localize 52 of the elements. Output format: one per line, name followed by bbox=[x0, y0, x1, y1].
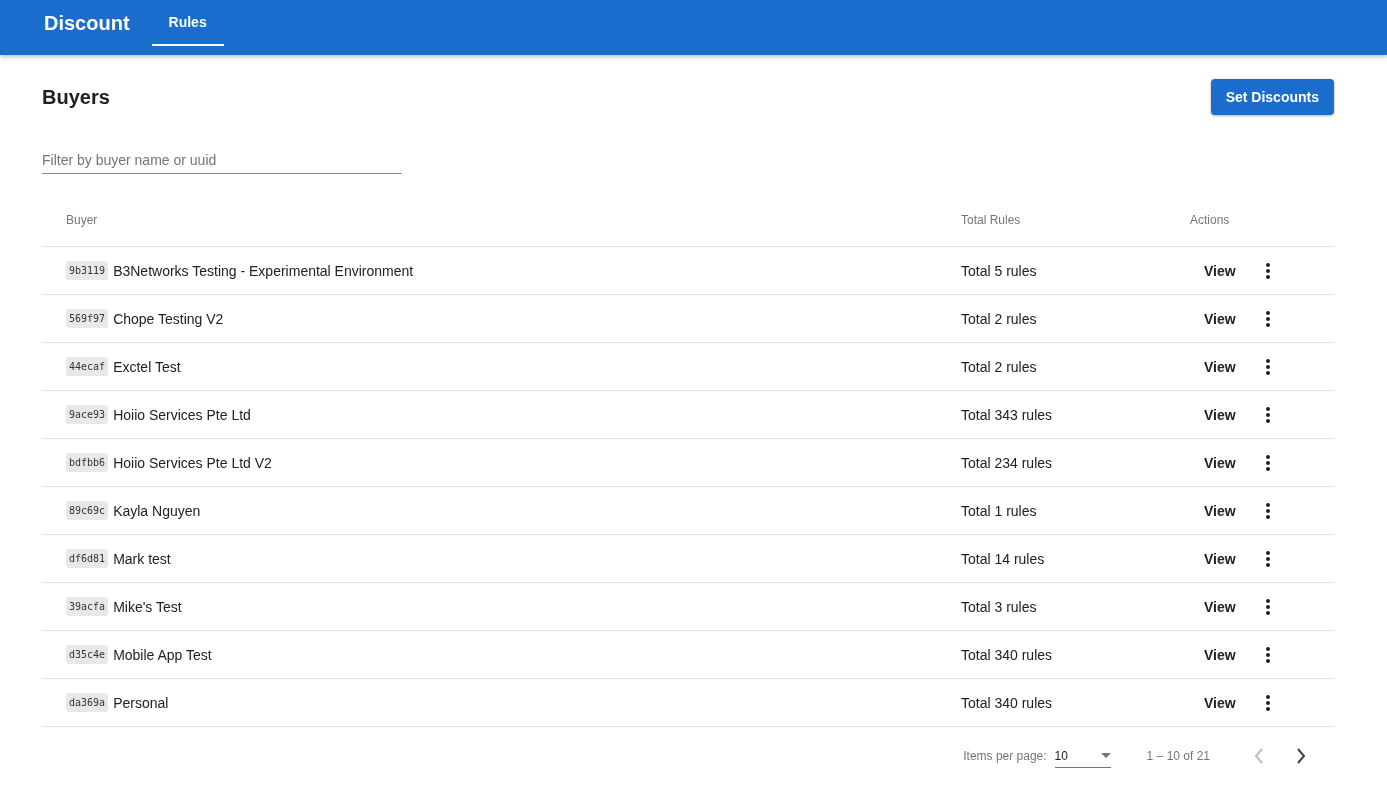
uuid-tag: 39acfa bbox=[66, 597, 109, 616]
uuid-tag: df6d81 bbox=[66, 549, 109, 568]
buyer-name: Hoiio Services Pte Ltd V2 bbox=[113, 454, 272, 471]
column-header: Total Rules bbox=[961, 194, 1190, 247]
uuid-tag: bdfbb6 bbox=[66, 453, 109, 472]
total-rules: Total 5 rules bbox=[961, 262, 1037, 279]
uuid-tag: 9b3119 bbox=[66, 261, 109, 280]
buyer-name: Kayla Nguyen bbox=[113, 502, 201, 519]
total-rules: Total 2 rules bbox=[961, 358, 1037, 375]
view-button[interactable]: View bbox=[1196, 352, 1244, 381]
next-page-icon[interactable] bbox=[1296, 748, 1306, 764]
buyer-name: Exctel Test bbox=[113, 358, 181, 375]
view-button[interactable]: View bbox=[1196, 496, 1244, 525]
page-range: 1 – 10 of 21 bbox=[1146, 749, 1210, 763]
buyer-name: B3Networks Testing - Experimental Environment bbox=[113, 262, 414, 279]
total-rules: Total 234 rules bbox=[961, 454, 1053, 471]
total-rules: Total 340 rules bbox=[961, 646, 1053, 663]
uuid-tag: 9ace93 bbox=[66, 405, 109, 424]
view-button[interactable]: View bbox=[1196, 304, 1244, 333]
view-button[interactable]: View bbox=[1196, 688, 1244, 717]
total-rules: Total 3 rules bbox=[961, 598, 1037, 615]
set-discounts-button[interactable]: Set Discounts bbox=[1210, 79, 1334, 115]
uuid-tag: 89c69c bbox=[66, 501, 109, 520]
total-rules: Total 343 rules bbox=[961, 406, 1053, 423]
view-button[interactable]: View bbox=[1196, 592, 1244, 621]
uuid-tag: 569f97 bbox=[66, 309, 109, 328]
page-size-select[interactable]: 10 bbox=[1054, 744, 1111, 768]
total-rules: Total 340 rules bbox=[961, 694, 1053, 711]
total-rules: Total 1 rules bbox=[961, 502, 1037, 519]
buyer-name: Hoiio Services Pte Ltd bbox=[113, 406, 251, 423]
view-button[interactable]: View bbox=[1196, 400, 1244, 429]
items-per-page-label: Items per page: bbox=[963, 749, 1047, 763]
uuid-tag: da369a bbox=[66, 693, 109, 712]
buyer-name: Personal bbox=[113, 694, 169, 711]
total-rules: Total 2 rules bbox=[961, 310, 1037, 327]
view-button[interactable]: View bbox=[1196, 256, 1244, 285]
uuid-tag: d35c4e bbox=[66, 645, 109, 664]
column-header: Buyer bbox=[42, 194, 961, 247]
view-button[interactable]: View bbox=[1196, 640, 1244, 669]
buyer-name: Chope Testing V2 bbox=[113, 310, 224, 327]
column-header: Actions bbox=[1190, 194, 1334, 247]
buyer-name: Mike's Test bbox=[113, 598, 182, 615]
buyer-name: Mark test bbox=[113, 550, 171, 567]
view-button[interactable]: View bbox=[1196, 544, 1244, 573]
page-title: Buyers bbox=[42, 85, 110, 109]
app-title: Discount bbox=[44, 12, 130, 35]
uuid-tag: 44ecaf bbox=[66, 357, 109, 376]
caret-down-icon[interactable] bbox=[1100, 753, 1111, 758]
view-button[interactable]: View bbox=[1196, 448, 1244, 477]
buyer-name: Mobile App Test bbox=[113, 646, 212, 663]
nav-tab[interactable]: Rules bbox=[151, 0, 224, 46]
total-rules: Total 14 rules bbox=[961, 550, 1045, 567]
